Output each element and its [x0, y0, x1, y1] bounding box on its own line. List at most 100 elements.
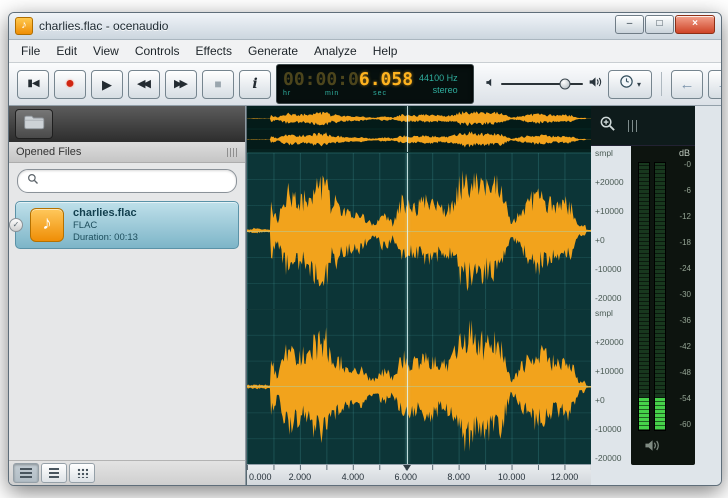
title-bar[interactable]: ♪ charlies.flac - ocenaudio – □ × — [9, 13, 721, 40]
waveform-column: 0.000 2.000 4.000 6.000 8.000 10.000 12.… — [246, 106, 591, 485]
overview-cursor[interactable] — [407, 106, 408, 152]
back-arrow-icon: ← — [680, 77, 695, 92]
panel-grip-icon[interactable] — [628, 120, 640, 132]
menu-analyze[interactable]: Analyze — [306, 42, 365, 60]
rewind-icon: ◀◀ — [137, 79, 151, 90]
detail-list-icon — [20, 468, 32, 478]
time-display: 00:00:06.058 hr min sec 44100 Hz stereo — [276, 64, 474, 104]
search-area — [9, 163, 245, 199]
toolbar: ▮◀ ● ▶ ◀◀ ▶▶ ■ i 00:00:06.058 hr min sec — [9, 63, 721, 106]
amplitude-scale-right: smpl +20000 +10000 +0 -10000 -20000 — [591, 306, 631, 466]
zoom-in-icon[interactable] — [599, 115, 616, 137]
fast-forward-button[interactable]: ▶▶ — [165, 70, 197, 99]
record-button[interactable]: ● — [54, 70, 86, 99]
menu-edit[interactable]: Edit — [48, 42, 85, 60]
unit-sec: sec — [373, 90, 387, 97]
volume-slider[interactable] — [501, 83, 583, 85]
toolbar-separator — [661, 72, 662, 96]
scale-label: +20000 — [595, 177, 631, 187]
timeline-ruler[interactable]: 0.000 2.000 4.000 6.000 8.000 10.000 12.… — [247, 464, 591, 485]
view-list-button[interactable] — [41, 463, 67, 483]
history-back-button[interactable]: ← — [671, 70, 703, 99]
search-box[interactable] — [17, 169, 237, 193]
level-meter: dB -0 -6 -12 -18 -24 -30 — [631, 146, 695, 465]
menu-generate[interactable]: Generate — [240, 42, 306, 60]
monitor-speaker-icon[interactable] — [643, 438, 661, 458]
scale-label: -20000 — [595, 293, 631, 303]
menu-effects[interactable]: Effects — [188, 42, 240, 60]
amplitude-scale: smpl +20000 +10000 +0 -10000 -20000 smpl… — [591, 146, 631, 485]
channel-left[interactable] — [247, 153, 591, 310]
rewind-button[interactable]: ◀◀ — [128, 70, 160, 99]
close-button[interactable]: × — [675, 15, 715, 34]
stop-button[interactable]: ■ — [202, 70, 234, 99]
view-toggle-bar — [9, 460, 245, 485]
channel-right[interactable] — [247, 309, 591, 465]
info-button[interactable]: i — [239, 70, 271, 99]
history-forward-button[interactable]: → — [708, 70, 722, 99]
db-tick-label: -18 — [679, 238, 691, 247]
minimize-button[interactable]: – — [615, 15, 644, 34]
desktop: ♪ charlies.flac - ocenaudio – □ × File E… — [0, 0, 728, 498]
menu-view[interactable]: View — [85, 42, 127, 60]
content-area: Opened Files ✓ ♪ — [9, 106, 721, 485]
time-units: hr min sec — [283, 90, 387, 97]
menu-controls[interactable]: Controls — [127, 42, 188, 60]
waveform-view[interactable] — [247, 153, 591, 464]
right-panel: smpl +20000 +10000 +0 -10000 -20000 smpl… — [591, 106, 721, 485]
skip-to-start-button[interactable]: ▮◀ — [17, 70, 49, 99]
forward-arrow-icon: → — [717, 77, 723, 92]
volume-control — [485, 75, 603, 94]
sidebar-header — [9, 106, 245, 142]
file-list-item[interactable]: ✓ ♪ charlies.flac FLAC Duration: 00:13 — [15, 201, 239, 249]
panel-grip-icon[interactable] — [227, 148, 238, 157]
time-label: 8.000 — [447, 472, 470, 482]
scale-label: -10000 — [595, 264, 631, 274]
info-icon: i — [252, 77, 257, 91]
play-button[interactable]: ▶ — [91, 70, 123, 99]
search-input[interactable] — [45, 174, 227, 188]
grid-icon — [77, 468, 88, 478]
meter-bar-right — [654, 162, 666, 431]
menu-file[interactable]: File — [13, 42, 48, 60]
time-label: 2.000 — [289, 472, 312, 482]
file-format: FLAC — [73, 220, 138, 231]
opened-files-tab[interactable] — [15, 109, 53, 139]
menu-help[interactable]: Help — [365, 42, 406, 60]
db-tick-label: -48 — [679, 368, 691, 377]
sample-rate-label: 44100 Hz — [419, 73, 458, 83]
time-dim-digits: 00:00:0 — [283, 69, 359, 90]
sidebar: Opened Files ✓ ♪ — [9, 106, 246, 485]
scale-label: -10000 — [595, 424, 631, 434]
view-grid-button[interactable] — [69, 463, 95, 483]
meter-bars — [638, 162, 666, 429]
view-detail-button[interactable] — [13, 463, 39, 483]
file-duration: Duration: 00:13 — [73, 232, 138, 243]
db-tick-label: -12 — [679, 212, 691, 221]
menu-bar: File Edit View Controls Effects Generate… — [9, 40, 721, 63]
scale-label: +0 — [595, 395, 631, 405]
time-label: 12.000 — [551, 472, 579, 482]
unit-hr: hr — [283, 90, 291, 97]
playhead-cursor[interactable] — [407, 153, 408, 464]
search-icon — [27, 172, 39, 190]
overview-wave-left — [247, 109, 591, 128]
app-icon: ♪ — [15, 17, 33, 35]
zero-line-right — [247, 386, 591, 387]
time-format-button[interactable]: ▾ — [608, 70, 652, 99]
scale-label: -20000 — [595, 453, 631, 463]
editor-area: 0.000 2.000 4.000 6.000 8.000 10.000 12.… — [246, 106, 721, 485]
scale-label: +0 — [595, 235, 631, 245]
cursor-marker-icon[interactable] — [403, 465, 411, 471]
list-icon — [49, 468, 59, 478]
maximize-button[interactable]: □ — [645, 15, 674, 34]
amplitude-scale-left: smpl +20000 +10000 +0 -10000 -20000 — [591, 146, 631, 306]
volume-thumb[interactable] — [559, 79, 570, 90]
clock-icon — [619, 74, 634, 94]
time-label: 10.000 — [498, 472, 526, 482]
record-icon: ● — [65, 76, 75, 92]
overview-strip[interactable] — [247, 106, 591, 153]
check-icon: ✓ — [9, 218, 23, 232]
panel-title: Opened Files — [16, 146, 81, 158]
db-tick-label: -6 — [679, 186, 691, 195]
